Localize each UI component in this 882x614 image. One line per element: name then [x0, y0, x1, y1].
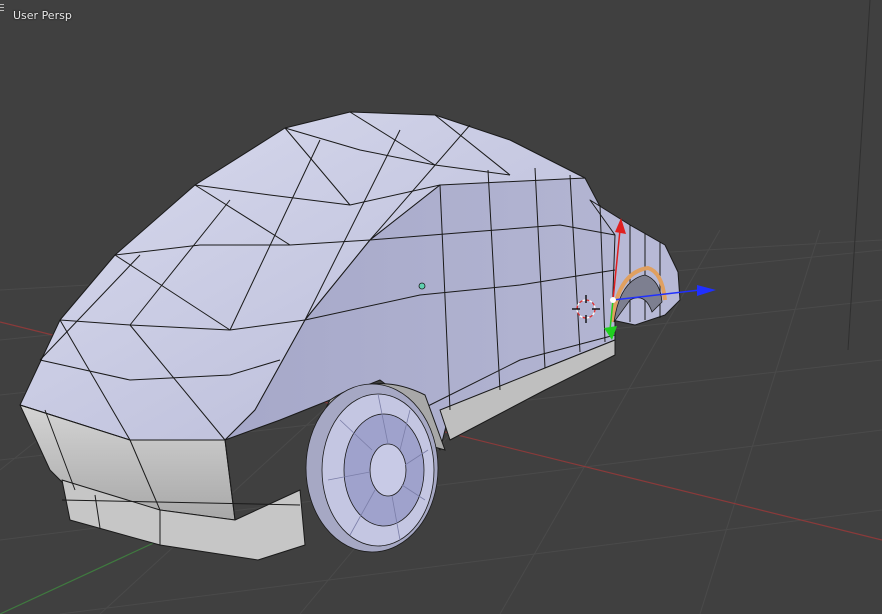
- 3d-viewport[interactable]: User Persp: [0, 0, 882, 614]
- view-label: User Persp: [13, 9, 72, 22]
- rear-wheel[interactable]: [305, 383, 439, 553]
- viewport-canvas[interactable]: [0, 0, 882, 614]
- gizmo-z-arrow-icon[interactable]: [697, 285, 716, 296]
- y-axis-line: [0, 539, 161, 614]
- lamp-line: [847, 0, 871, 351]
- object-origin-icon: [418, 282, 426, 290]
- gizmo-center[interactable]: [610, 297, 616, 303]
- view-menu-icon[interactable]: [0, 2, 6, 14]
